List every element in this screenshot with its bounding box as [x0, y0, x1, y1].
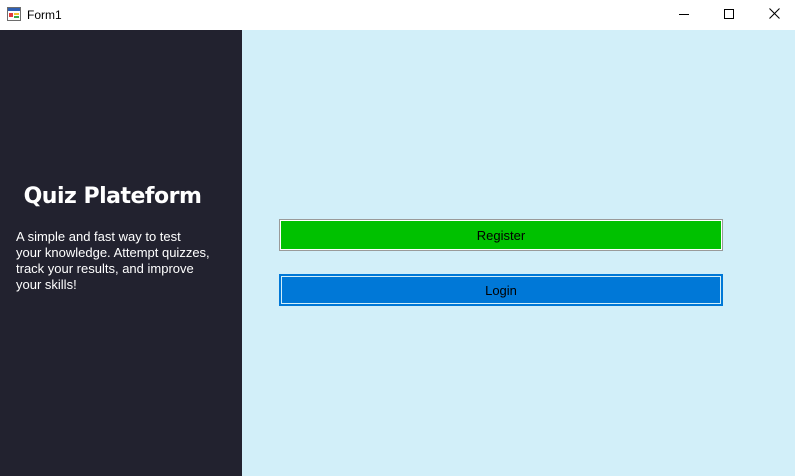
- app-icon: [7, 7, 21, 21]
- minimize-button[interactable]: [661, 0, 707, 30]
- sidebar-panel: Quiz Plateform A simple and fast way to …: [0, 30, 242, 476]
- brand-title: Quiz Plateform: [23, 184, 202, 209]
- app-window: Form1 Quiz Plateform A simple and fast w…: [0, 0, 795, 476]
- close-button[interactable]: [751, 0, 795, 30]
- title-bar[interactable]: Form1: [0, 0, 795, 30]
- maximize-icon: [724, 6, 734, 24]
- close-icon: [768, 6, 780, 24]
- main-panel: Register Login: [242, 30, 795, 476]
- maximize-button[interactable]: [706, 0, 752, 30]
- register-button[interactable]: Register: [279, 219, 723, 251]
- brand-description: A simple and fast way to test your knowl…: [16, 229, 210, 292]
- window-title: Form1: [27, 8, 62, 22]
- minimize-icon: [679, 6, 689, 24]
- register-button-label: Register: [476, 227, 526, 243]
- login-button[interactable]: Login: [279, 274, 723, 306]
- login-button-label: Login: [485, 282, 517, 298]
